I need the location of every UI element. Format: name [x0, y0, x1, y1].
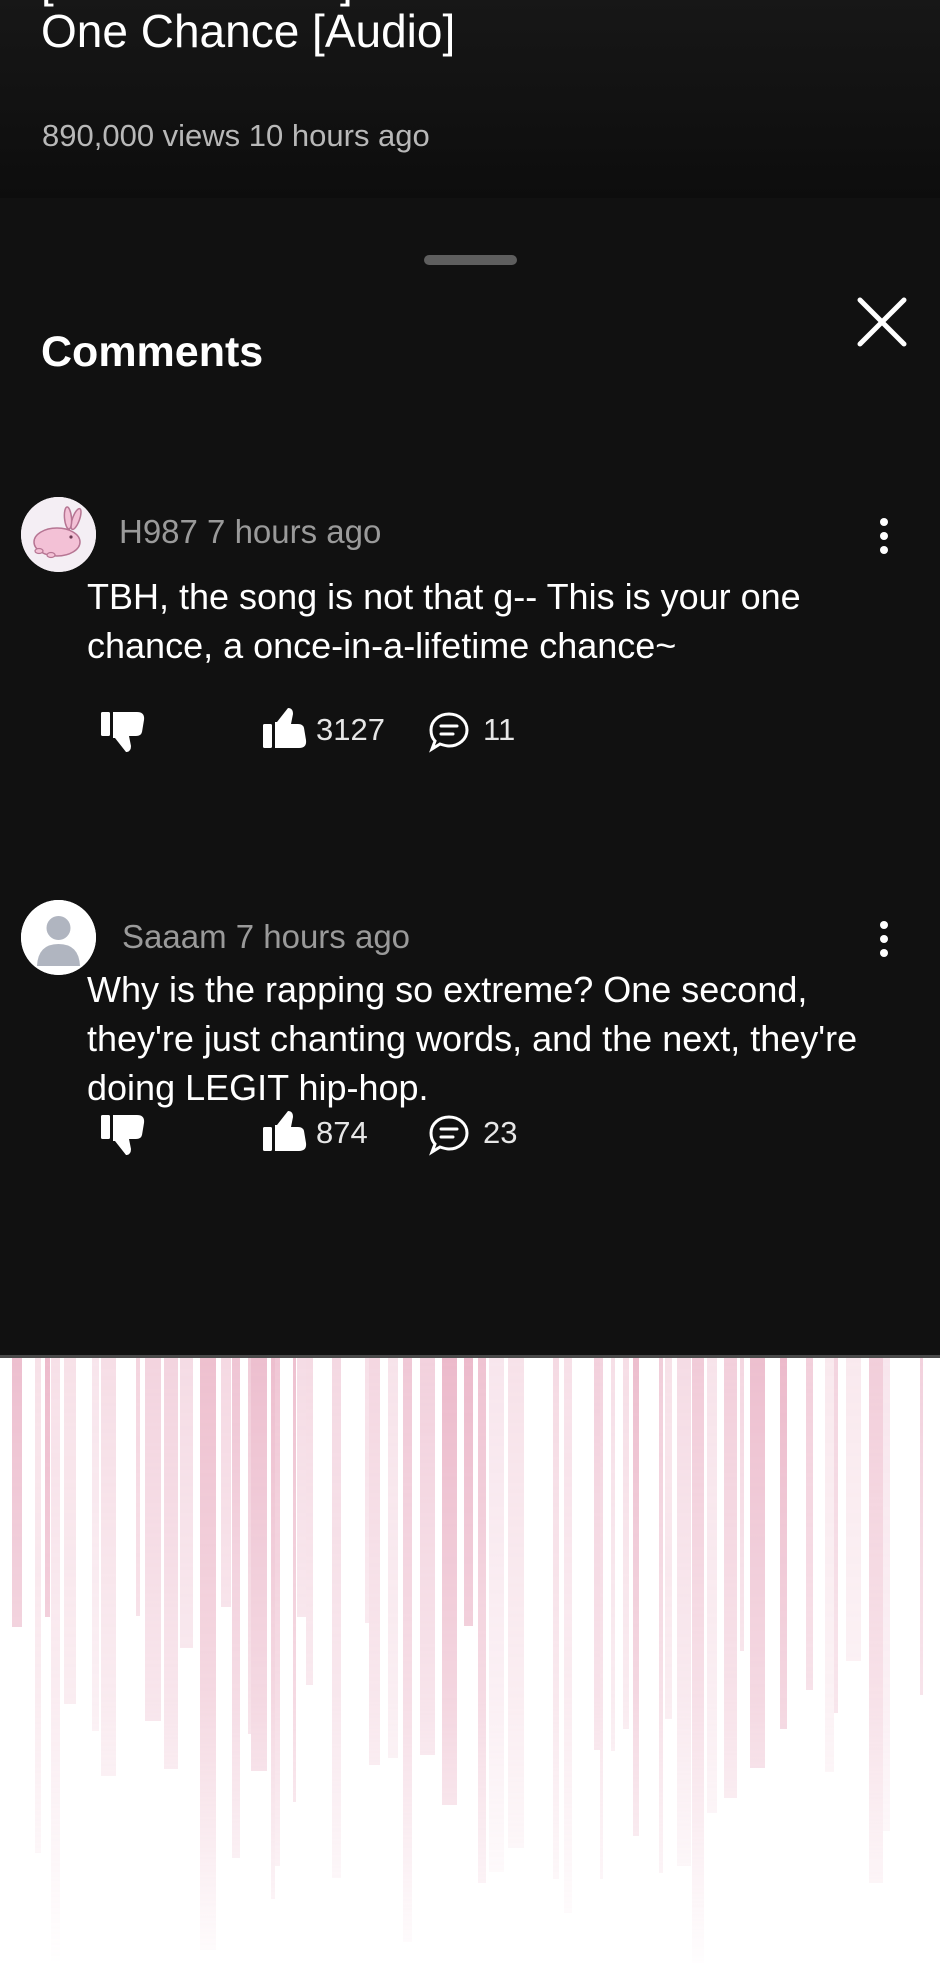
pink-streak — [297, 1358, 306, 1617]
pink-streaks-graphic — [12, 1358, 923, 1963]
pink-streak — [780, 1358, 787, 1729]
pink-streak — [464, 1358, 473, 1626]
pink-streak — [633, 1358, 639, 1836]
avatar[interactable] — [21, 497, 96, 572]
pink-streak — [145, 1358, 161, 1721]
pink-streak — [275, 1358, 280, 1866]
pink-streak — [293, 1358, 296, 1802]
pink-streak — [442, 1358, 457, 1805]
pink-streak — [251, 1358, 267, 1771]
pink-streak — [623, 1358, 629, 1729]
pink-streak — [611, 1358, 615, 1751]
pink-streak — [136, 1358, 140, 1616]
pink-streak — [564, 1358, 572, 1913]
reply-button[interactable] — [427, 710, 471, 759]
default-user-avatar-icon — [21, 900, 96, 975]
like-button[interactable] — [261, 706, 309, 755]
dislike-button[interactable] — [99, 710, 147, 759]
comment-bubble-icon — [429, 712, 469, 753]
avatar[interactable] — [21, 900, 96, 975]
pink-streak — [332, 1358, 341, 1878]
reply-count: 11 — [483, 712, 516, 747]
pink-streak — [883, 1358, 890, 1831]
pink-streak — [248, 1358, 251, 1734]
thumbs-up-icon — [263, 708, 307, 748]
pink-streak — [365, 1358, 369, 1623]
thumbs-down-icon — [101, 1115, 145, 1155]
pink-streak — [271, 1358, 275, 1899]
comment-bubble-icon — [429, 1115, 469, 1156]
more-vertical-icon — [880, 921, 888, 957]
pink-streak — [478, 1358, 486, 1883]
pink-streak — [164, 1358, 178, 1769]
pink-streak — [180, 1358, 193, 1648]
pink-streak — [869, 1358, 883, 1883]
pink-streak — [232, 1358, 240, 1858]
pink-bunny-avatar-icon — [21, 497, 96, 572]
video-meta: 890,000 views 10 hours ago — [42, 118, 430, 153]
thumbs-up-icon — [263, 1111, 307, 1151]
comment-item: H987 7 hours ago TBH, the song is not th… — [0, 488, 940, 818]
pink-streak — [659, 1358, 663, 1873]
pink-streak — [692, 1358, 704, 1963]
pink-streak — [200, 1358, 216, 1950]
comment-meta: H987 7 hours ago — [119, 513, 382, 550]
pink-streak — [834, 1358, 838, 1713]
pink-streak — [12, 1358, 22, 1627]
pink-streak — [489, 1358, 504, 1872]
pink-streak — [45, 1358, 50, 1617]
pink-streak — [64, 1358, 76, 1704]
pink-streak — [600, 1358, 603, 1879]
pink-streak — [740, 1358, 744, 1651]
pink-streak — [92, 1358, 99, 1731]
pink-streak — [665, 1358, 672, 1719]
comment-text: Why is the rapping so extreme? One secon… — [87, 969, 858, 1108]
more-options-button[interactable] — [872, 514, 896, 558]
pink-streak — [553, 1358, 559, 1879]
comments-sheet: Comments H987 7 hours ago TBH, the song … — [0, 198, 940, 1355]
pink-streak — [594, 1358, 600, 1750]
pink-streak — [403, 1358, 412, 1942]
pink-streak — [101, 1358, 116, 1776]
comments-title: Comments — [41, 328, 264, 376]
video-header: [WPD Fancam] Reve Fancamok One Chance [A… — [0, 0, 940, 198]
more-options-button[interactable] — [872, 917, 896, 961]
comment-text: TBH, the song is not that g-- This is yo… — [87, 576, 801, 666]
close-button[interactable] — [852, 292, 912, 352]
video-title: [WPD Fancam] Reve Fancamok One Chance [A… — [41, 0, 701, 57]
drag-handle[interactable] — [424, 255, 517, 265]
pink-streak — [306, 1358, 313, 1685]
dislike-button[interactable] — [99, 1113, 147, 1162]
reply-button[interactable] — [427, 1113, 471, 1162]
pink-streak — [35, 1358, 41, 1853]
decorative-streak-banner — [0, 1358, 940, 1979]
pink-streak — [707, 1358, 717, 1813]
reply-count: 23 — [483, 1115, 518, 1150]
pink-streak — [806, 1358, 813, 1690]
pink-streak — [825, 1358, 834, 1772]
pink-streak — [420, 1358, 435, 1755]
more-vertical-icon — [880, 518, 888, 554]
thumbs-down-icon — [101, 712, 145, 752]
pink-streak — [724, 1358, 737, 1798]
close-icon — [857, 297, 907, 347]
pink-streak — [920, 1358, 923, 1695]
comment-meta: Saaam 7 hours ago — [122, 918, 411, 955]
pink-streak — [369, 1358, 380, 1765]
pink-streak — [750, 1358, 765, 1768]
like-count: 874 — [316, 1115, 368, 1150]
like-button[interactable] — [261, 1109, 309, 1158]
pink-streak — [51, 1358, 60, 1961]
pink-streak — [508, 1358, 524, 1848]
pink-streak — [846, 1358, 861, 1661]
pink-streak — [677, 1358, 691, 1866]
pink-streak — [388, 1358, 398, 1758]
comment-item: Saaam 7 hours ago Why is the rapping so … — [0, 885, 940, 1215]
like-count: 3127 — [316, 712, 385, 747]
pink-streak — [221, 1358, 231, 1607]
